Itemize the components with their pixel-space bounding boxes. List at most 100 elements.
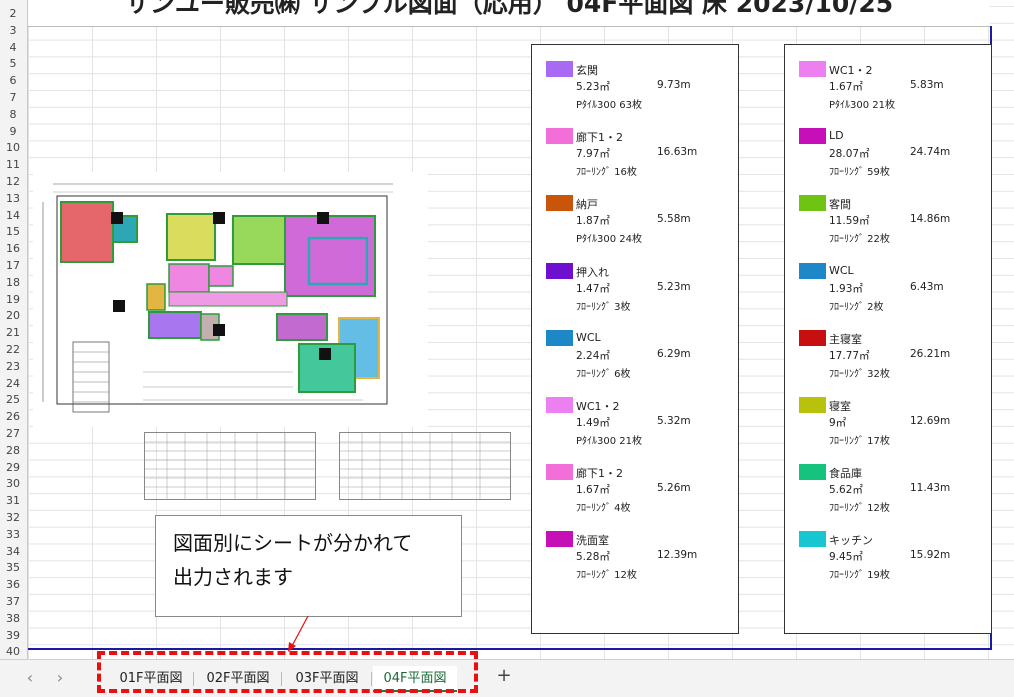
- room-name: WCL: [576, 330, 601, 344]
- row-number[interactable]: 10: [0, 140, 26, 157]
- room-perimeter: 24.74m: [910, 146, 951, 159]
- callout-line-1: 図面別にシートが分かれて: [173, 531, 413, 555]
- room-material: ﾌﾛｰﾘﾝｸﾞ 59枚: [829, 167, 890, 179]
- row-number[interactable]: 15: [0, 224, 26, 241]
- row-number[interactable]: 32: [0, 510, 26, 527]
- room-area: 7.97㎡: [576, 148, 610, 161]
- row-number[interactable]: 38: [0, 611, 26, 628]
- room-area: 5.62㎡: [829, 484, 863, 497]
- row-number[interactable]: 25: [0, 392, 26, 409]
- room-material: ﾌﾛｰﾘﾝｸﾞ 22枚: [829, 234, 890, 246]
- legend-color-swatch: [546, 61, 573, 77]
- room-material: ﾌﾛｰﾘﾝｸﾞ 12枚: [829, 503, 890, 515]
- room-material: ﾌﾛｰﾘﾝｸﾞ 4枚: [576, 503, 631, 515]
- tab-scroll-next-icon[interactable]: ›: [50, 668, 70, 687]
- row-header: 2 3 4 5 6 7 8 9 10 11 12 13 14 15 16 17 18 19 20 21 22 23 24 25…: [0, 0, 28, 659]
- row-number[interactable]: 31: [0, 493, 26, 510]
- row-number[interactable]: 3: [0, 23, 26, 40]
- row-number[interactable]: 21: [0, 325, 26, 342]
- row-number[interactable]: 24: [0, 376, 26, 393]
- legend-panel-left: 玄関 5.23㎡ 9.73m Pﾀｲﾙ300 63枚 廊下1・2 7.97㎡ 16.63m ﾌ…: [531, 44, 739, 634]
- legend-color-swatch: [799, 195, 826, 212]
- row-number[interactable]: 36: [0, 577, 26, 594]
- room-perimeter: 5.26m: [657, 482, 691, 495]
- tabs-highlight-box: [97, 651, 478, 693]
- row-number[interactable]: 19: [0, 292, 26, 309]
- room-area: 5.28㎡: [576, 551, 610, 564]
- room-area: 1.47㎡: [576, 282, 610, 295]
- room-area: 5.23㎡: [576, 81, 610, 93]
- row-number[interactable]: 33: [0, 527, 26, 544]
- row-number[interactable]: 29: [0, 460, 26, 477]
- room-perimeter: 15.92m: [910, 549, 951, 562]
- room-material: ﾌﾛｰﾘﾝｸﾞ 16枚: [576, 167, 637, 179]
- row-number[interactable]: 9: [0, 124, 26, 141]
- room-name: 主寝室: [829, 332, 862, 346]
- legend-color-swatch: [799, 128, 826, 145]
- room-perimeter: 9.73m: [657, 79, 691, 91]
- callout-line-2: 出力されます: [173, 565, 293, 589]
- row-number[interactable]: 27: [0, 426, 26, 443]
- row-number[interactable]: 5: [0, 56, 26, 73]
- legend-color-swatch: [546, 329, 573, 346]
- room-material: ﾌﾛｰﾘﾝｸﾞ 17枚: [829, 436, 890, 447]
- floor-plan-drawing: [33, 172, 428, 427]
- row-number[interactable]: 2: [0, 6, 26, 23]
- legend-color-swatch: [546, 397, 573, 413]
- row-number[interactable]: 20: [0, 308, 26, 325]
- legend-color-swatch: [546, 128, 573, 145]
- room-area: 1.93㎡: [829, 282, 863, 295]
- room-name: 客間: [829, 198, 851, 212]
- room-material: ﾌﾛｰﾘﾝｸﾞ 6枚: [576, 368, 631, 380]
- callout-arrow: [288, 615, 309, 652]
- row-number[interactable]: 22: [0, 342, 26, 359]
- row-number[interactable]: 12: [0, 174, 26, 191]
- room-area: 9㎡: [829, 417, 847, 429]
- room-perimeter: 11.43m: [910, 482, 951, 495]
- room-material: Pﾀｲﾙ300 21枚: [829, 100, 896, 111]
- room-name: 寝室: [829, 400, 851, 413]
- schedule-table-left: [144, 432, 316, 500]
- room-material: ﾌﾛｰﾘﾝｸﾞ 12枚: [576, 570, 637, 582]
- sheet-title-row: サンユー販売㈱ サンプル図面（応用） 04F平面図 床 2023/10/25: [28, 0, 990, 27]
- row-number[interactable]: 13: [0, 191, 26, 208]
- row-number[interactable]: 7: [0, 90, 26, 107]
- row-number[interactable]: 16: [0, 241, 26, 258]
- room-name: 食品庫: [829, 467, 862, 481]
- drawing-title: サンユー販売㈱ サンプル図面（応用） 04F平面図 床 2023/10/25: [124, 0, 894, 18]
- add-sheet-button[interactable]: +: [494, 665, 514, 686]
- row-number[interactable]: 8: [0, 107, 26, 124]
- room-area: 1.49㎡: [576, 417, 610, 429]
- room-area: 2.24㎡: [576, 349, 610, 362]
- row-number[interactable]: 11: [0, 157, 26, 174]
- room-perimeter: 14.86m: [910, 213, 951, 226]
- legend-color-swatch: [799, 464, 826, 481]
- row-number[interactable]: 4: [0, 40, 26, 57]
- room-material: Pﾀｲﾙ300 24枚: [576, 234, 643, 246]
- legend-color-swatch: [546, 531, 573, 548]
- room-name: 押入れ: [576, 265, 609, 279]
- row-number[interactable]: 18: [0, 275, 26, 292]
- row-number[interactable]: 28: [0, 443, 26, 460]
- row-number[interactable]: 34: [0, 544, 26, 561]
- row-number[interactable]: 23: [0, 359, 26, 376]
- row-number[interactable]: 17: [0, 258, 26, 275]
- row-number[interactable]: 6: [0, 73, 26, 90]
- room-name: WC1・2: [829, 64, 873, 77]
- tab-scroll-prev-icon[interactable]: ‹: [20, 668, 40, 687]
- room-name: 納戸: [576, 198, 598, 212]
- legend-color-swatch: [546, 464, 573, 481]
- room-perimeter: 5.23m: [657, 280, 691, 293]
- row-number[interactable]: 30: [0, 476, 26, 493]
- row-number[interactable]: 35: [0, 560, 26, 577]
- row-number[interactable]: 26: [0, 409, 26, 426]
- room-perimeter: 16.63m: [657, 146, 698, 159]
- row-number[interactable]: 14: [0, 208, 26, 225]
- row-number[interactable]: 37: [0, 594, 26, 611]
- legend-color-swatch: [799, 397, 826, 413]
- schedule-table-right: [339, 432, 511, 500]
- room-perimeter: 5.32m: [657, 415, 691, 427]
- row-number[interactable]: 39: [0, 628, 26, 645]
- room-area: 28.07㎡: [829, 148, 870, 161]
- room-perimeter: 6.29m: [657, 347, 691, 360]
